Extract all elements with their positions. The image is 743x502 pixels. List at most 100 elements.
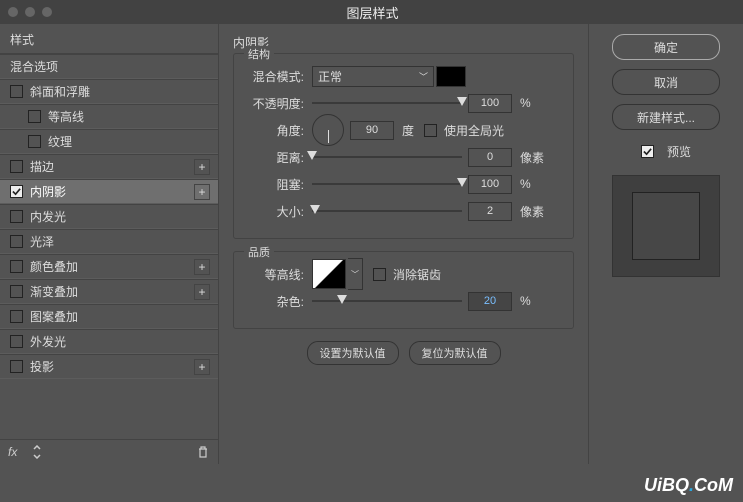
size-unit: 像素 xyxy=(520,203,544,220)
opacity-input[interactable]: 100 xyxy=(468,94,512,113)
sidebar-item-label: 斜面和浮雕 xyxy=(30,83,210,100)
sidebar-item-gradient-overlay[interactable]: 渐变叠加 + xyxy=(0,279,218,304)
global-light-checkbox[interactable] xyxy=(424,124,437,137)
distance-input[interactable]: 0 xyxy=(468,148,512,167)
new-style-button[interactable]: 新建样式... xyxy=(612,104,720,130)
checkbox-icon[interactable] xyxy=(10,260,23,273)
opacity-unit: % xyxy=(520,96,531,110)
traffic-close[interactable] xyxy=(8,7,18,17)
sidebar-item-label: 渐变叠加 xyxy=(30,283,194,300)
set-default-button[interactable]: 设置为默认值 xyxy=(307,341,399,365)
checkbox-icon[interactable] xyxy=(10,160,23,173)
contour-picker[interactable] xyxy=(312,259,346,289)
trash-icon[interactable] xyxy=(196,445,210,459)
angle-dial[interactable] xyxy=(312,114,344,146)
contour-label: 等高线: xyxy=(246,266,304,283)
preview-pane xyxy=(612,175,720,277)
plus-icon[interactable]: + xyxy=(194,284,210,300)
sidebar-item-blend-options[interactable]: 混合选项 xyxy=(0,54,218,79)
choke-input[interactable]: 100 xyxy=(468,175,512,194)
checkbox-icon[interactable] xyxy=(10,360,23,373)
window-title: 图层样式 xyxy=(52,3,693,22)
distance-slider[interactable] xyxy=(312,150,462,164)
choke-slider[interactable] xyxy=(312,177,462,191)
noise-input[interactable]: 20 xyxy=(468,292,512,311)
sidebar-item-outer-glow[interactable]: 外发光 xyxy=(0,329,218,354)
sidebar-header: 样式 xyxy=(0,24,218,54)
choke-unit: % xyxy=(520,177,531,191)
checkbox-icon[interactable] xyxy=(10,235,23,248)
noise-unit: % xyxy=(520,294,531,308)
structure-legend: 结构 xyxy=(244,46,274,62)
quality-legend: 品质 xyxy=(244,244,274,260)
plus-icon[interactable]: + xyxy=(194,184,210,200)
structure-fieldset: 结构 混合模式: 正常 ﹀ 不透明度: 100 % 角度: xyxy=(233,53,574,239)
checkbox-icon[interactable] xyxy=(28,135,41,148)
checkbox-icon[interactable] xyxy=(10,210,23,223)
noise-slider[interactable] xyxy=(312,294,462,308)
size-slider[interactable] xyxy=(312,204,462,218)
blend-mode-select[interactable]: 正常 ﹀ xyxy=(312,66,434,87)
size-label: 大小: xyxy=(246,203,304,220)
sidebar-item-label: 光泽 xyxy=(30,233,210,250)
chevron-down-icon: ﹀ xyxy=(419,70,428,83)
sidebar-item-label: 图案叠加 xyxy=(30,308,210,325)
sidebar-item-label: 纹理 xyxy=(48,133,210,150)
sidebar-item-contour[interactable]: 等高线 xyxy=(0,104,218,129)
antialias-label: 消除锯齿 xyxy=(393,266,441,283)
watermark: UiBQ.CoM xyxy=(644,475,733,496)
sidebar-item-label: 颜色叠加 xyxy=(30,258,194,275)
reset-default-button[interactable]: 复位为默认值 xyxy=(409,341,501,365)
sidebar-item-pattern-overlay[interactable]: 图案叠加 xyxy=(0,304,218,329)
checkbox-icon[interactable] xyxy=(10,310,23,323)
sidebar-item-satin[interactable]: 光泽 xyxy=(0,229,218,254)
checkbox-icon[interactable] xyxy=(10,185,23,198)
checkbox-icon[interactable] xyxy=(28,110,41,123)
sidebar-item-label: 等高线 xyxy=(48,108,210,125)
sidebar-item-drop-shadow[interactable]: 投影 + xyxy=(0,354,218,379)
angle-unit: 度 xyxy=(402,122,414,139)
contour-dropdown[interactable]: ﹀ xyxy=(348,258,363,290)
plus-icon[interactable]: + xyxy=(194,359,210,375)
main-panel: 内阴影 结构 混合模式: 正常 ﹀ 不透明度: 100 % xyxy=(218,24,589,464)
plus-icon[interactable]: + xyxy=(194,259,210,275)
titlebar: 图层样式 xyxy=(0,0,743,24)
sidebar-item-label: 投影 xyxy=(30,358,194,375)
plus-icon[interactable]: + xyxy=(194,159,210,175)
fx-icon[interactable]: fx xyxy=(8,445,22,459)
cancel-button[interactable]: 取消 xyxy=(612,69,720,95)
sidebar-item-label: 外发光 xyxy=(30,333,210,350)
color-swatch[interactable] xyxy=(436,66,466,87)
noise-label: 杂色: xyxy=(246,293,304,310)
arrows-icon[interactable] xyxy=(30,445,44,459)
ok-button[interactable]: 确定 xyxy=(612,34,720,60)
sidebar-item-texture[interactable]: 纹理 xyxy=(0,129,218,154)
sidebar-item-stroke[interactable]: 描边 + xyxy=(0,154,218,179)
right-panel: 确定 取消 新建样式... 预览 xyxy=(589,24,743,464)
panel-title: 内阴影 xyxy=(233,34,574,51)
checkbox-icon[interactable] xyxy=(10,285,23,298)
angle-input[interactable]: 90 xyxy=(350,121,394,140)
styles-sidebar: 样式 混合选项 斜面和浮雕 等高线 纹理 xyxy=(0,24,218,464)
blend-mode-value: 正常 xyxy=(318,68,342,85)
traffic-min[interactable] xyxy=(25,7,35,17)
sidebar-item-inner-glow[interactable]: 内发光 xyxy=(0,204,218,229)
checkbox-icon[interactable] xyxy=(10,85,23,98)
size-input[interactable]: 2 xyxy=(468,202,512,221)
sidebar-item-color-overlay[interactable]: 颜色叠加 + xyxy=(0,254,218,279)
checkbox-icon[interactable] xyxy=(10,335,23,348)
sidebar-item-bevel[interactable]: 斜面和浮雕 xyxy=(0,79,218,104)
angle-label: 角度: xyxy=(246,122,304,139)
preview-label: 预览 xyxy=(667,143,691,160)
choke-label: 阻塞: xyxy=(246,176,304,193)
opacity-label: 不透明度: xyxy=(246,95,304,112)
global-light-label: 使用全局光 xyxy=(444,122,504,139)
opacity-slider[interactable] xyxy=(312,96,462,110)
blend-mode-label: 混合模式: xyxy=(246,68,304,85)
traffic-max[interactable] xyxy=(42,7,52,17)
antialias-checkbox[interactable] xyxy=(373,268,386,281)
distance-label: 距离: xyxy=(246,149,304,166)
sidebar-item-label: 内发光 xyxy=(30,208,210,225)
sidebar-item-inner-shadow[interactable]: 内阴影 + xyxy=(0,179,218,204)
preview-checkbox[interactable] xyxy=(641,145,654,158)
